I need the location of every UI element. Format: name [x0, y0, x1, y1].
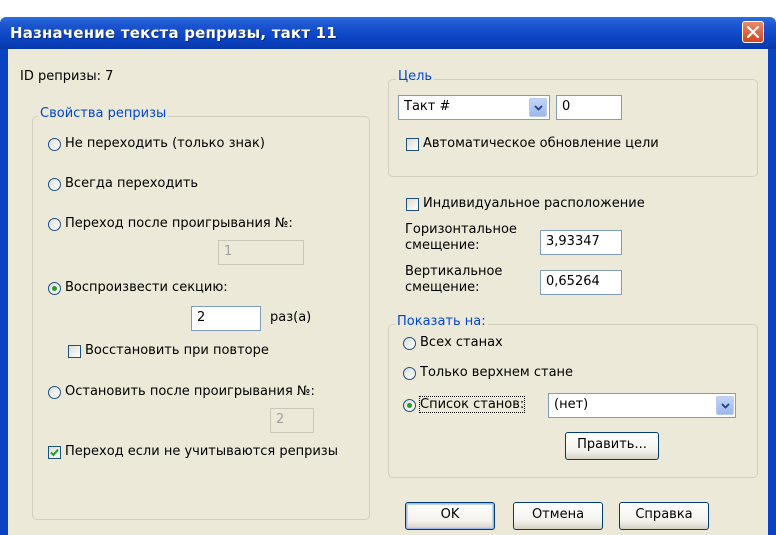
individual-placement-checkbox[interactable]: [406, 198, 419, 211]
radio-stop-after-pass-label: Остановить после проигрывания №:: [65, 384, 315, 399]
radio-staff-list[interactable]: [403, 399, 416, 412]
jump-if-ignored-checkbox[interactable]: [48, 446, 61, 459]
show-on-legend: Показать на:: [395, 314, 488, 329]
target-type-value: Такт #: [404, 99, 451, 114]
stop-after-pass-input[interactable]: 2: [270, 408, 314, 433]
h-offset-input[interactable]: 3,93347: [540, 230, 622, 255]
auto-update-target-checkbox[interactable]: [406, 138, 419, 151]
dialog-body: ID репризы: 7 Свойства репризы Не перехо…: [8, 49, 768, 535]
repeat-id-value: 7: [105, 69, 114, 84]
chevron-down-icon: [534, 105, 543, 111]
jump-after-pass-input[interactable]: 1: [218, 240, 304, 265]
radio-jump-after-pass[interactable]: [48, 218, 61, 231]
times-unit-label: раз(а): [270, 310, 312, 325]
title-bar[interactable]: Назначение текста репризы, такт 11: [0, 17, 776, 49]
restore-on-repeat-checkbox[interactable]: [68, 345, 81, 358]
properties-legend: Свойства репризы: [38, 106, 169, 121]
staff-list-dropdown-button[interactable]: [716, 396, 734, 415]
target-value-input[interactable]: 0: [556, 95, 622, 120]
close-icon: [747, 26, 759, 38]
jump-if-ignored-label: Переход если не учитываются репризы: [65, 444, 338, 459]
auto-update-target-label: Автоматическое обновление цели: [423, 136, 659, 151]
radio-jump-after-pass-label: Переход после проигрывания №:: [65, 216, 293, 231]
play-section-times-input[interactable]: 2: [191, 306, 261, 331]
restore-on-repeat-label: Восстановить при повторе: [85, 343, 269, 358]
repeat-id-label: ID репризы: 7: [20, 69, 114, 84]
staff-list-select[interactable]: (нет): [548, 393, 736, 418]
checkmark-icon: [50, 448, 59, 457]
ok-button[interactable]: OK: [405, 502, 495, 530]
background-strip: [0, 0, 776, 17]
v-offset-input[interactable]: 0,65264: [540, 270, 622, 295]
individual-placement-label: Индивидуальное расположение: [423, 196, 645, 211]
window-title: Назначение текста репризы, такт 11: [10, 24, 337, 42]
help-button[interactable]: Справка: [619, 502, 709, 530]
radio-staff-list-label: Список станов:: [418, 396, 526, 413]
close-button[interactable]: [742, 21, 764, 43]
radio-always-jump-label: Всегда переходить: [65, 176, 199, 191]
v-offset-label: Вертикальное смещение:: [405, 264, 503, 295]
cancel-button[interactable]: Отмена: [513, 502, 603, 530]
h-offset-label: Горизонтальное смещение:: [405, 222, 517, 253]
radio-play-section[interactable]: [48, 282, 61, 295]
radio-top-staff-only-label: Только верхнем стане: [420, 365, 574, 380]
radio-always-jump[interactable]: [48, 178, 61, 191]
target-legend: Цель: [396, 69, 435, 84]
radio-play-section-label: Воспроизвести секцию:: [65, 280, 228, 295]
radio-no-jump-label: Не переходить (только знак): [65, 136, 265, 151]
radio-all-staves[interactable]: [403, 337, 416, 350]
target-type-dropdown-button[interactable]: [529, 98, 547, 117]
target-type-select[interactable]: Такт #: [398, 95, 550, 120]
radio-all-staves-label: Всех станах: [420, 335, 503, 350]
edit-button[interactable]: Править...: [565, 432, 659, 460]
window-frame-left: [0, 49, 8, 535]
chevron-down-icon: [721, 403, 730, 409]
target-group: [388, 79, 758, 177]
radio-top-staff-only[interactable]: [403, 367, 416, 380]
window-frame-right: [768, 49, 776, 535]
radio-no-jump[interactable]: [48, 138, 61, 151]
radio-stop-after-pass[interactable]: [48, 386, 61, 399]
staff-list-value: (нет): [554, 397, 589, 412]
